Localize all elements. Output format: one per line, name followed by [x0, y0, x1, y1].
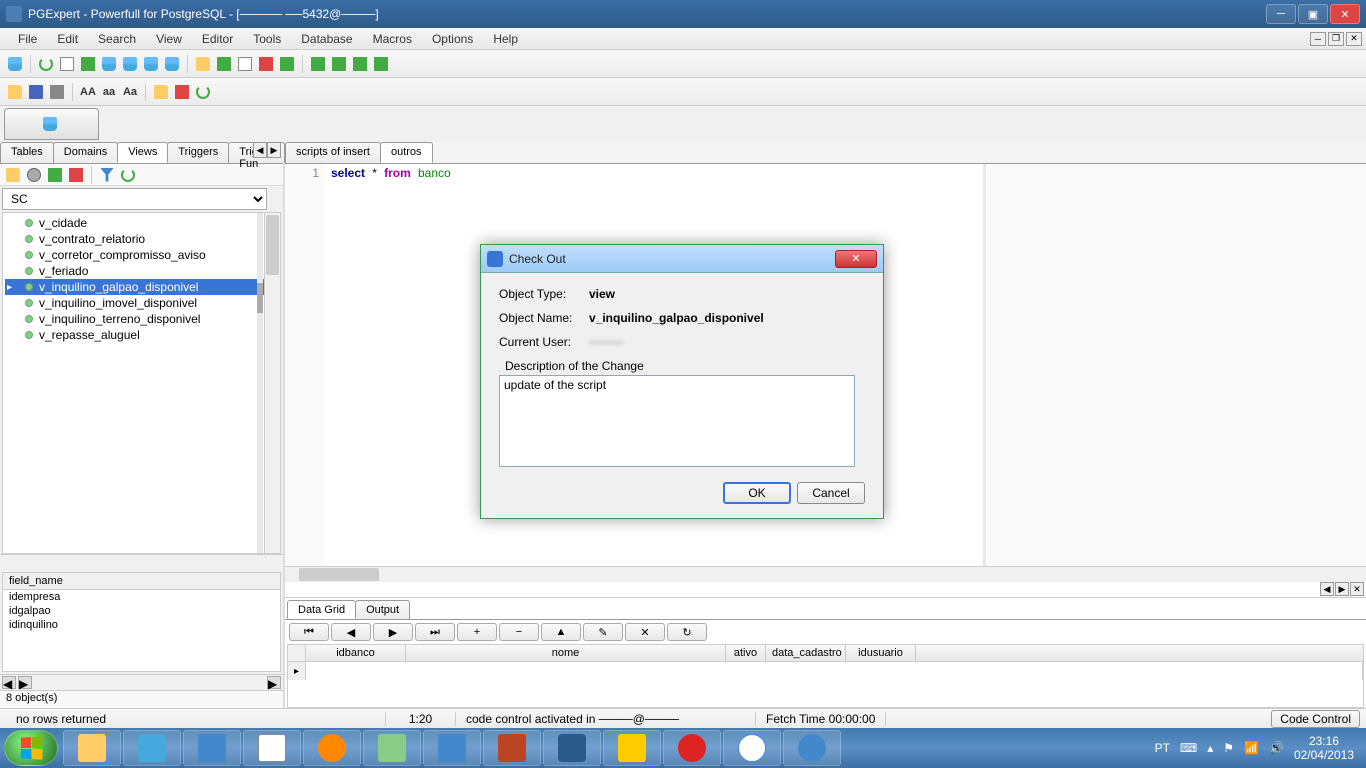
dialog-overlay: Check Out ✕ Object Type: view Object Nam…	[0, 0, 1366, 768]
description-label: Description of the Change	[499, 359, 865, 373]
dialog-title: Check Out	[509, 252, 835, 266]
current-user-value: ────	[589, 335, 623, 349]
dialog-close-button[interactable]: ✕	[835, 250, 877, 268]
object-type-value: view	[589, 287, 615, 301]
dialog-titlebar[interactable]: Check Out ✕	[481, 245, 883, 273]
checkout-dialog: Check Out ✕ Object Type: view Object Nam…	[480, 244, 884, 519]
description-textarea[interactable]	[499, 375, 855, 467]
dialog-icon	[487, 251, 503, 267]
object-name-label: Object Name:	[499, 311, 589, 325]
object-type-label: Object Type:	[499, 287, 589, 301]
object-name-value: v_inquilino_galpao_disponivel	[589, 311, 764, 325]
cancel-button[interactable]: Cancel	[797, 482, 865, 504]
current-user-label: Current User:	[499, 335, 589, 349]
ok-button[interactable]: OK	[723, 482, 791, 504]
